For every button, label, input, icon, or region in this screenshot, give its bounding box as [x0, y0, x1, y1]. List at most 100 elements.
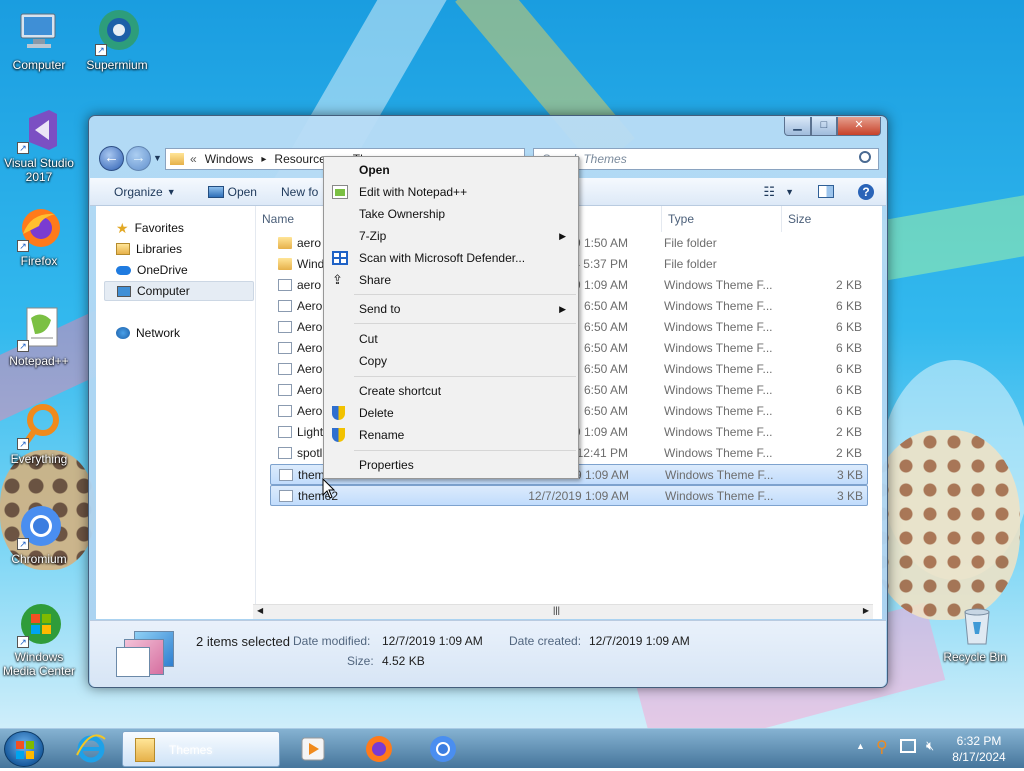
details-pane: 2 items selected Date modified: 12/7/201…	[90, 620, 886, 687]
nav-libraries[interactable]: Libraries	[104, 239, 254, 259]
taskbar-chromium[interactable]	[414, 731, 472, 767]
file-size: 6 KB	[835, 362, 862, 376]
minimize-button[interactable]: ▁	[784, 117, 811, 136]
help-icon: ?	[858, 183, 874, 200]
desktop-icon-media-center[interactable]: ↗ Windows Media Center	[0, 600, 78, 678]
taskbar-explorer-themes[interactable]: Themes	[122, 731, 280, 767]
desktop-icon-chromium[interactable]: ↗ Chromium	[0, 502, 78, 566]
menu-item-take-ownership[interactable]: Take Ownership	[326, 203, 576, 225]
close-button[interactable]: ✕	[837, 117, 881, 136]
preview-pane-button[interactable]	[806, 185, 846, 198]
desktop-icon-recycle-bin[interactable]: Recycle Bin	[936, 600, 1014, 664]
scroll-left-icon[interactable]: ◀	[257, 606, 263, 615]
menu-item-cut[interactable]: Cut	[326, 328, 576, 350]
organize-label: Organize	[114, 184, 163, 199]
network-tray-icon[interactable]	[900, 739, 916, 753]
nav-favorites[interactable]: ★ Favorites	[104, 218, 254, 238]
menu-item-properties[interactable]: Properties	[326, 454, 576, 476]
menu-item-copy[interactable]: Copy	[326, 350, 576, 372]
share-icon: ⇪	[332, 272, 343, 287]
date-created-label: Date created:	[509, 634, 582, 648]
view-options-button[interactable]: ☷ ▼	[751, 184, 806, 200]
file-name: AeroF	[278, 362, 330, 376]
nav-network[interactable]: Network	[104, 323, 254, 343]
breadcrumb-separator[interactable]: ▸	[261, 154, 266, 165]
menu-item-send-to[interactable]: Send to ▶	[326, 298, 576, 320]
desktop-icon-everything[interactable]: ↗ Everything	[0, 402, 78, 466]
taskbar: Themes ▲ ⚲ 🔇︎ 6:32 PM 8/17/2024	[0, 728, 1024, 768]
file-row[interactable]: theme2 12/7/2019 1:09 AM Windows Theme F..…	[270, 485, 868, 506]
start-button[interactable]	[4, 731, 44, 767]
open-icon	[207, 185, 224, 198]
menu-item-open[interactable]: Open	[326, 159, 576, 181]
desktop-icon-label: Computer	[12, 58, 66, 72]
file-type: Windows Theme F...	[665, 468, 774, 482]
folder-icon	[170, 153, 184, 165]
file-name: AeroF	[278, 320, 330, 334]
desktop-icon-supermium[interactable]: ↗ Supermium	[78, 8, 156, 72]
menu-item-create-shortcut[interactable]: Create shortcut	[326, 380, 576, 402]
menu-label: Take Ownership	[359, 207, 446, 221]
search-input[interactable]: Search Themes	[533, 148, 879, 170]
new-folder-button[interactable]: New fo	[269, 185, 330, 199]
file-name: spotli	[278, 446, 325, 460]
menu-label: Open	[359, 163, 390, 177]
menu-item-share[interactable]: ⇪ Share	[326, 269, 576, 291]
taskbar-label: Themes	[169, 743, 213, 757]
nav-onedrive[interactable]: OneDrive	[104, 260, 254, 280]
menu-item-rename[interactable]: Rename	[326, 424, 576, 446]
back-button[interactable]: ←	[99, 146, 124, 171]
size-value: 4.52 KB	[382, 654, 425, 668]
windows-logo-icon	[16, 741, 34, 759]
libraries-icon	[116, 243, 130, 255]
folder-icon	[135, 738, 155, 762]
desktop-icon-computer[interactable]: Computer	[0, 8, 78, 72]
taskbar-media-player[interactable]	[284, 731, 342, 767]
column-header-type[interactable]: Type	[662, 206, 782, 232]
taskbar-ie[interactable]	[62, 731, 120, 767]
date-modified-value: 12/7/2019 1:09 AM	[382, 634, 483, 648]
maximize-button[interactable]: □	[811, 117, 837, 136]
taskbar-firefox[interactable]	[350, 731, 408, 767]
file-type: Windows Theme F...	[664, 404, 773, 418]
menu-item-7zip[interactable]: 7-Zip ▶	[326, 225, 576, 247]
scroll-thumb-grip-icon[interactable]: |||	[553, 605, 560, 615]
volume-muted-icon[interactable]: 🔇︎	[926, 738, 934, 754]
open-button[interactable]: Open	[188, 185, 269, 199]
column-header-size[interactable]: Size	[782, 206, 862, 232]
desktop-icon-firefox[interactable]: ↗ Firefox	[0, 204, 78, 268]
organize-button[interactable]: Organize ▼	[90, 185, 188, 199]
desktop-icon-notepadpp[interactable]: ↗ Notepad++	[0, 304, 78, 368]
nav-label: Favorites	[134, 221, 184, 235]
clock[interactable]: 6:32 PM 8/17/2024	[944, 733, 1014, 765]
search-tray-icon[interactable]: ⚲	[876, 737, 888, 757]
forward-button[interactable]: →	[126, 146, 151, 171]
wallpaper-ray	[876, 179, 1024, 281]
file-name: AeroF	[278, 383, 330, 397]
breadcrumb-overflow[interactable]: «	[190, 152, 197, 166]
help-button[interactable]: ?	[846, 183, 886, 200]
file-size: 6 KB	[835, 299, 862, 313]
shortcut-arrow-icon: ↗	[95, 44, 107, 56]
menu-separator	[354, 294, 576, 295]
breadcrumb-windows[interactable]: Windows	[205, 152, 254, 166]
file-name-text: aero	[297, 236, 322, 250]
show-hidden-icons-button[interactable]: ▲	[856, 741, 865, 751]
recent-pages-dropdown[interactable]: ▼	[153, 153, 162, 163]
menu-label: Share	[359, 273, 392, 287]
horizontal-scrollbar[interactable]: ◀ ||| ▶	[253, 604, 873, 619]
file-name-text: spotli	[297, 446, 326, 460]
menu-item-scan-defender[interactable]: Scan with Microsoft Defender...	[326, 247, 576, 269]
menu-item-delete[interactable]: Delete	[326, 402, 576, 424]
scroll-right-icon[interactable]: ▶	[863, 606, 869, 615]
menu-label: Scan with Microsoft Defender...	[359, 251, 526, 265]
menu-item-edit-notepadpp[interactable]: Edit with Notepad++	[326, 181, 576, 203]
internet-explorer-icon	[76, 734, 106, 763]
nav-computer[interactable]: Computer	[104, 281, 254, 301]
file-type: Windows Theme F...	[664, 425, 773, 439]
everything-icon: ↗	[15, 402, 63, 450]
desktop-icon-visual-studio[interactable]: ↗ Visual Studio 2017	[0, 106, 78, 184]
context-menu: Open Edit with Notepad++ Take Ownership …	[323, 156, 579, 479]
uac-shield-icon	[332, 428, 345, 442]
file-name: Light	[278, 425, 323, 439]
